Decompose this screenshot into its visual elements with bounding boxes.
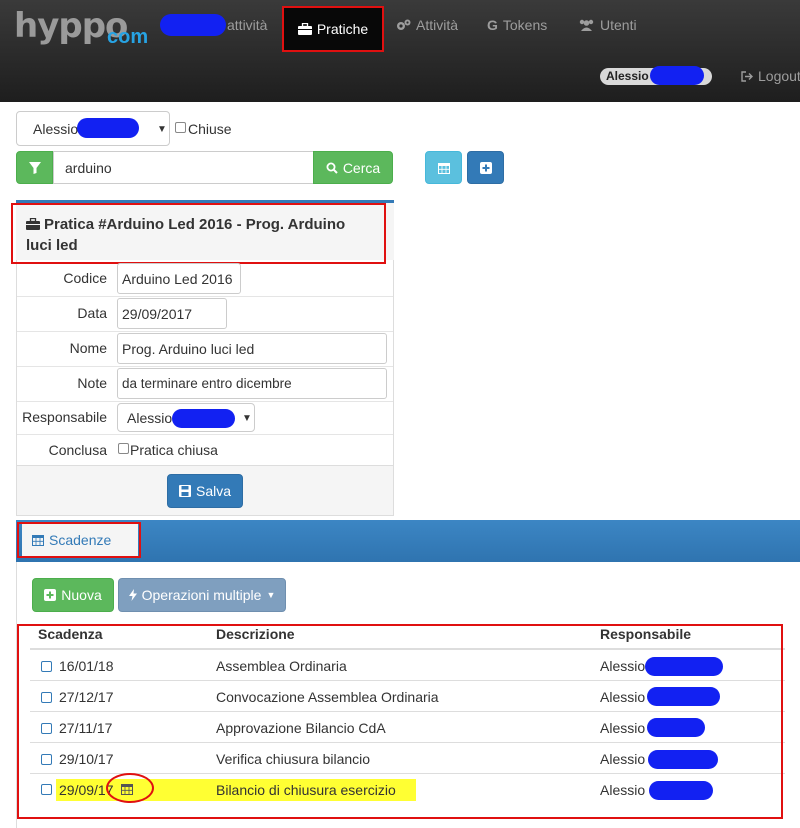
app-logo-suffix: com <box>107 26 149 48</box>
field-label: Codice <box>63 270 107 286</box>
nav-tab-label: Pratiche <box>316 21 369 37</box>
new-scadenza-button[interactable]: Nuova <box>32 578 114 612</box>
nav-tab-pratiche[interactable]: Pratiche <box>282 6 384 52</box>
google-icon: G <box>487 17 498 33</box>
search-input[interactable]: arduino <box>53 151 314 184</box>
new-button-label: Nuova <box>61 587 102 603</box>
user-name: Alessio <box>606 69 649 83</box>
nav-tab-label: Utenti <box>600 17 637 33</box>
briefcase-icon <box>297 23 312 35</box>
field-label: Note <box>77 375 107 391</box>
annotation-highlight <box>17 522 141 558</box>
redacted-name <box>650 66 704 85</box>
responsabile-value: Alessio <box>127 410 173 426</box>
field-label: Conclusa <box>48 442 107 458</box>
data-input[interactable]: 29/09/2017 <box>117 298 227 329</box>
bolt-icon <box>128 589 137 601</box>
pratica-chiusa-label: Pratica chiusa <box>130 442 218 458</box>
cogs-icon <box>397 19 411 30</box>
field-row-note: Note da terminare entro dicembre <box>17 367 393 402</box>
nav-tab-utenti[interactable]: Utenti <box>578 17 637 33</box>
users-icon <box>579 19 594 31</box>
user-select-value: Alessio <box>33 121 79 137</box>
save-button[interactable]: Salva <box>167 474 243 508</box>
logout-label: Logout <box>758 68 800 84</box>
redacted-name <box>160 14 226 36</box>
logout-icon <box>741 70 753 82</box>
field-row-codice: Codice Arduino Led 2016 <box>17 262 393 297</box>
save-icon <box>178 485 191 497</box>
caret-down-icon: ▼ <box>266 590 276 600</box>
field-label: Nome <box>69 340 107 356</box>
closed-label: Chiuse <box>188 121 232 137</box>
redacted-name <box>77 118 139 138</box>
chevron-down-icon: ▼ <box>242 413 252 424</box>
nav-tab-label: Attività <box>416 17 459 33</box>
filter-button[interactable] <box>16 151 53 184</box>
field-label: Responsabile <box>22 409 107 425</box>
top-navbar: hyppo com attività Pratiche Attività G T… <box>0 0 800 102</box>
plus-icon <box>44 589 57 601</box>
logout-link[interactable]: Logout <box>741 68 800 84</box>
nav-tab-tokens[interactable]: G Tokens <box>487 17 547 33</box>
chevron-down-icon: ▼ <box>157 124 167 135</box>
search-button[interactable]: Cerca <box>313 151 393 184</box>
calendar-button[interactable] <box>425 151 462 184</box>
note-input[interactable]: da terminare entro dicembre <box>117 368 387 399</box>
save-button-label: Salva <box>195 483 232 499</box>
search-button-label: Cerca <box>342 159 381 176</box>
nav-user-activities[interactable]: attività <box>227 17 267 33</box>
field-row-conclusa: Conclusa Pratica chiusa <box>17 435 393 465</box>
nome-input[interactable]: Prog. Arduino luci led <box>117 333 387 364</box>
redacted-name <box>172 409 235 428</box>
field-label: Data <box>77 305 107 321</box>
field-row-responsabile: Responsabile Alessio ▼ <box>17 402 393 435</box>
annotation-highlight <box>11 203 386 264</box>
filter-icon <box>28 161 41 174</box>
plus-icon <box>479 161 492 174</box>
add-pratica-button[interactable] <box>467 151 504 184</box>
codice-input[interactable]: Arduino Led 2016 <box>117 263 241 294</box>
pratica-chiusa-checkbox[interactable] <box>118 443 129 454</box>
field-row-data: Data 29/09/2017 <box>17 297 393 332</box>
annotation-highlight <box>17 624 783 819</box>
search-icon <box>326 162 338 174</box>
multiple-operations-button[interactable]: Operazioni multiple ▼ <box>118 578 286 612</box>
calendar-icon <box>437 162 450 174</box>
closed-checkbox[interactable] <box>175 122 186 133</box>
multi-button-label: Operazioni multiple <box>141 587 262 603</box>
nav-tab-label: Tokens <box>502 17 548 33</box>
nav-tab-attivita[interactable]: Attività <box>396 17 458 33</box>
field-row-nome: Nome Prog. Arduino luci led <box>17 332 393 367</box>
